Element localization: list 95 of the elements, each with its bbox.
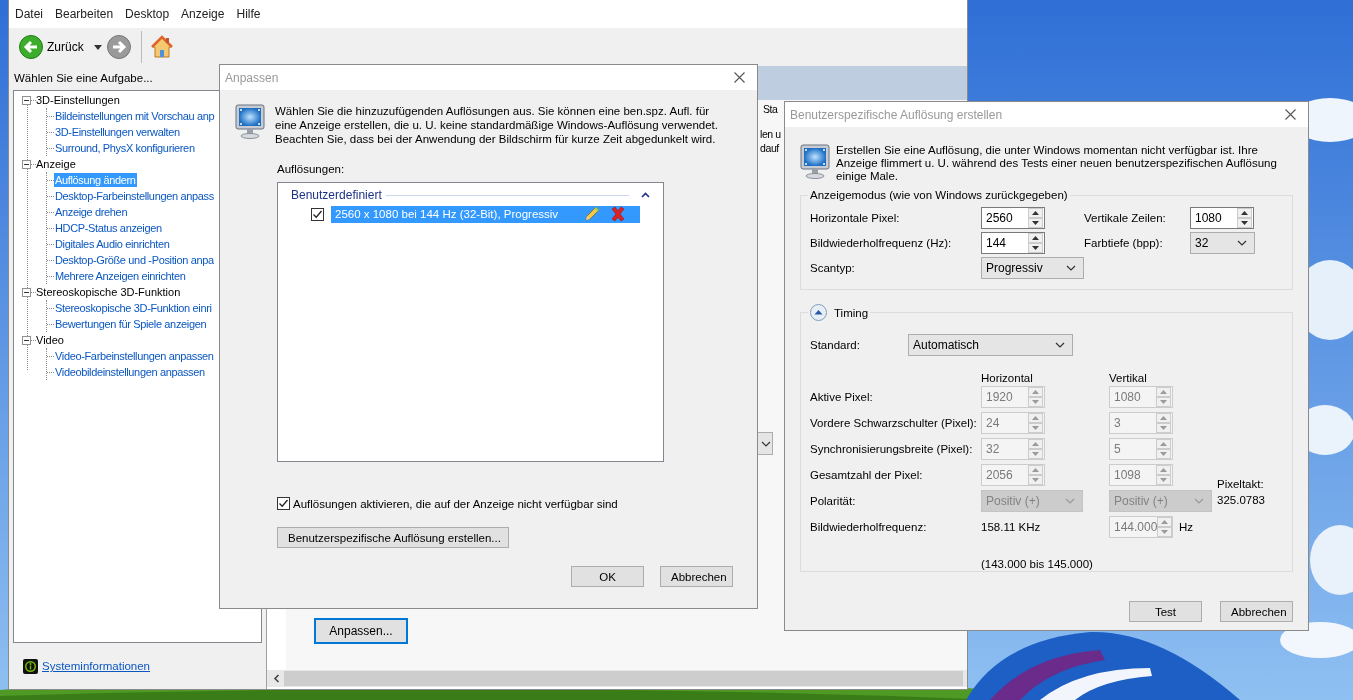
tree-item[interactable]: Videobildeinstellungen anpassen bbox=[54, 365, 206, 379]
field-label: Horizontale Pixel: bbox=[810, 212, 901, 224]
field-label: Gesamtzahl der Pixel: bbox=[810, 469, 924, 481]
group-title: Timing bbox=[834, 306, 869, 319]
field-label: Standard: bbox=[810, 339, 861, 351]
dialog-button[interactable]: Abbrechen bbox=[1220, 601, 1293, 622]
tree-item[interactable]: Stereoskopische 3D-Funktion einri bbox=[54, 301, 213, 315]
chevron-down-icon bbox=[761, 440, 771, 447]
home-icon[interactable] bbox=[149, 35, 174, 59]
description-text: Erstellen Sie eine Auflösung, die unter Windows momentan nicht verfügbar ist. Ihre Anzeige flimmert u. U. während des Tests einer neuen benutzerspezifischen Auflösung einige Male. bbox=[836, 144, 1278, 183]
pixel-clock-value: 325.0783 bbox=[1217, 493, 1266, 508]
close-icon[interactable] bbox=[1285, 109, 1296, 120]
description-text: Wählen Sie die hinzuzufügenden Auflösungen aus. Sie können eine ben.spz. Aufl. für eine Anzeige erstellen, die u. U. keine standardmäßige Windows-Auflösung verwendet. Beachten Sie, dass bei der Anwendung der Bildschirm für kurze Zeit abgedunkelt wird. bbox=[275, 104, 719, 146]
menu-item[interactable]: Bearbeiten bbox=[55, 7, 114, 21]
dialog-button[interactable]: Test bbox=[1129, 601, 1202, 622]
chevron-up-icon[interactable] bbox=[641, 192, 650, 198]
field-label: Vertikale Zeilen: bbox=[1084, 212, 1167, 224]
spin-buttons[interactable] bbox=[1237, 208, 1252, 228]
dropdown[interactable] bbox=[758, 432, 773, 455]
pixel-clock-label: Pixeltakt: bbox=[1217, 477, 1265, 492]
tree-item[interactable]: Video bbox=[36, 334, 64, 346]
field-label: Vordere Schwarzschulter (Pixel): bbox=[810, 417, 978, 429]
field-label: Bildwiederholfrequenz: bbox=[810, 521, 928, 533]
tree-item[interactable]: 3D-Einstellungen verwalten bbox=[54, 125, 181, 139]
menu-item[interactable]: Desktop bbox=[125, 7, 170, 21]
spin-buttons[interactable] bbox=[1028, 208, 1043, 228]
number-field[interactable]: 1080 bbox=[1190, 207, 1254, 229]
chevron-down-icon bbox=[1065, 498, 1075, 504]
task-heading: Wählen Sie eine Aufgabe... bbox=[14, 72, 153, 84]
field-label: Synchronisierungsbreite (Pixel): bbox=[810, 443, 974, 455]
dialog-button[interactable]: Abbrechen bbox=[660, 566, 733, 587]
window-title: Benutzerspezifische Auflösung erstellen bbox=[790, 107, 1003, 122]
chevron-down-icon bbox=[1194, 498, 1204, 504]
column-header: Horizontal bbox=[981, 372, 1034, 384]
chevron-down-icon bbox=[1055, 342, 1065, 348]
chevron-left-icon[interactable] bbox=[273, 674, 281, 683]
menu-item[interactable]: Datei bbox=[15, 7, 43, 21]
heading-fragment: Sta bbox=[763, 102, 778, 117]
tree-item[interactable]: Video-Farbeinstellungen anpassen bbox=[54, 349, 215, 363]
unit-label: Hz bbox=[1179, 521, 1194, 533]
tree-item[interactable]: Bildeinstellungen mit Vorschau anp bbox=[54, 109, 216, 123]
caret-down-icon[interactable] bbox=[93, 44, 102, 50]
collapse-icon[interactable] bbox=[22, 159, 31, 169]
chevron-down-icon bbox=[1066, 265, 1076, 271]
scrollbar[interactable] bbox=[267, 670, 967, 687]
system-info-link[interactable]: Systeminformationen bbox=[42, 660, 151, 672]
dropdown[interactable]: 32 bbox=[1190, 232, 1255, 254]
monitor-icon bbox=[800, 144, 832, 180]
pencil-icon[interactable] bbox=[584, 206, 600, 222]
tree-item[interactable]: Stereoskopische 3D-Funktion bbox=[36, 286, 181, 298]
menu-item[interactable]: Hilfe bbox=[236, 7, 261, 21]
tree-item[interactable]: Bewertungen für Spiele anzeigen bbox=[54, 317, 208, 331]
field-label: Aktive Pixel: bbox=[810, 391, 874, 403]
info-icon bbox=[23, 658, 38, 674]
chevron-down-icon bbox=[1237, 240, 1247, 246]
list-label: Auflösungen: bbox=[277, 162, 346, 176]
create-resolution-button[interactable]: Benutzerspezifische Auflösung erstellen... bbox=[277, 527, 509, 548]
window-title: Anpassen bbox=[225, 70, 279, 85]
group-title: Anzeigemodus (wie von Windows zurückgegeben) bbox=[809, 189, 1069, 201]
tree-item[interactable]: 3D-Einstellungen bbox=[36, 94, 120, 106]
text-fragment: len u bbox=[760, 127, 781, 141]
column-header: Vertikal bbox=[1109, 372, 1148, 384]
tree-item[interactable]: Desktop-Größe und -Position anpa bbox=[54, 253, 215, 267]
checkbox-label[interactable]: Auflösungen aktivieren, die auf der Anzeige nicht verfügbar sind bbox=[293, 497, 618, 510]
field-label: Bildwiederholfrequenz (Hz): bbox=[810, 237, 953, 249]
tree-item[interactable]: Anzeige bbox=[36, 158, 76, 170]
collapse-icon[interactable] bbox=[22, 95, 31, 105]
delete-icon[interactable] bbox=[610, 206, 626, 222]
field-label: Scantyp: bbox=[810, 262, 856, 274]
frequency-value: 158.11 KHz bbox=[981, 521, 1042, 533]
group-header: Benutzerdefiniert bbox=[291, 188, 382, 202]
collapse-icon[interactable] bbox=[22, 287, 31, 297]
checkbox[interactable] bbox=[311, 207, 324, 221]
checkbox[interactable] bbox=[277, 497, 290, 510]
tree-item[interactable]: Desktop-Farbeinstellungen anpass bbox=[54, 189, 215, 203]
tree-item[interactable]: Anzeige drehen bbox=[54, 205, 129, 219]
number-field[interactable]: 144 bbox=[981, 232, 1045, 254]
collapse-icon[interactable] bbox=[22, 335, 31, 345]
back-button[interactable]: Zurück bbox=[19, 35, 84, 59]
number-field[interactable]: 2560 bbox=[981, 207, 1045, 229]
spin-buttons[interactable] bbox=[1028, 233, 1043, 253]
tree-item[interactable]: Mehrere Anzeigen einrichten bbox=[54, 269, 187, 283]
dropdown[interactable]: Progressiv bbox=[981, 257, 1084, 279]
range-text: (143.000 bis 145.000) bbox=[981, 558, 1094, 570]
tree-item[interactable]: Surround, PhysX konfigurieren bbox=[54, 141, 196, 155]
tree-item[interactable]: Digitales Audio einrichten bbox=[54, 237, 171, 251]
close-icon[interactable] bbox=[734, 72, 745, 83]
dialog-button[interactable]: OK bbox=[571, 566, 644, 587]
text-fragment: dauf bbox=[760, 141, 779, 155]
menu-item[interactable]: Anzeige bbox=[181, 7, 225, 21]
tree-item[interactable]: HDCP-Status anzeigen bbox=[54, 221, 163, 235]
field-label: Polarität: bbox=[810, 495, 857, 507]
field-label: Farbtiefe (bpp): bbox=[1084, 237, 1164, 249]
customize-button[interactable]: Anpassen... bbox=[314, 618, 408, 644]
monitor-icon bbox=[235, 104, 267, 140]
